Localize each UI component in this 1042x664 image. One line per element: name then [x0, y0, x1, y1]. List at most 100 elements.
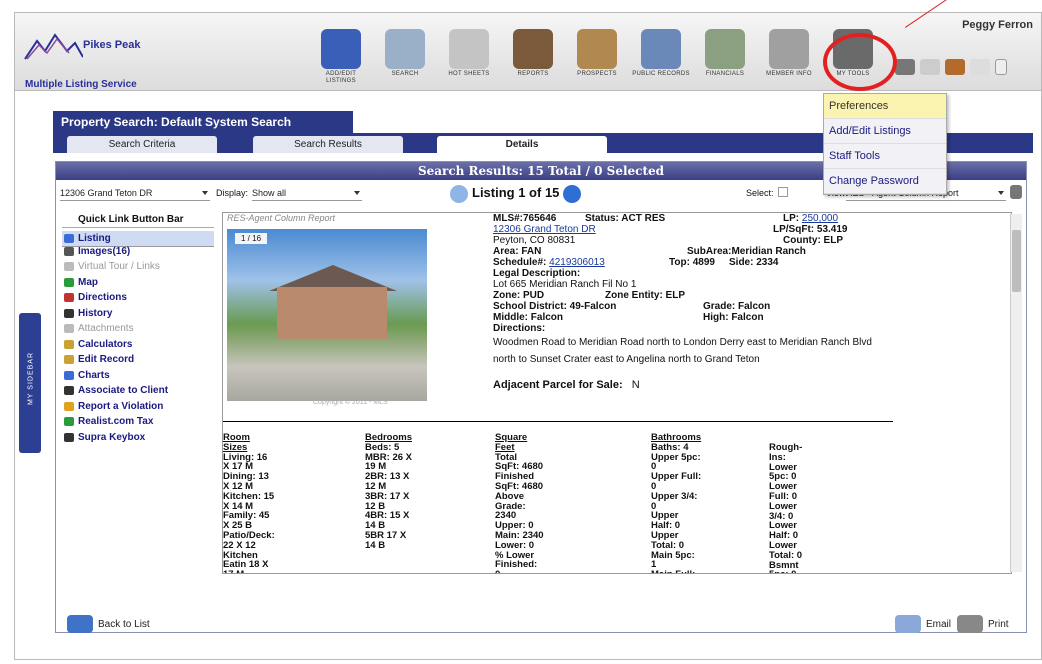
page-title: Property Search: Default System Search [53, 111, 353, 133]
results-panel: Search Results: 15 Total / 0 Selected 12… [55, 161, 1027, 633]
nav-button-member-info[interactable]: MEMBER INFO [759, 29, 819, 89]
nav-button-public-records[interactable]: PUBLIC RECORDS [631, 29, 691, 89]
quick-link-icon [64, 401, 74, 411]
listing-status: Status: ACT RES [585, 213, 666, 224]
scroll-thumb[interactable] [1012, 230, 1021, 292]
tag-icon[interactable] [970, 59, 990, 75]
tab-search-criteria[interactable]: Search Criteria [67, 136, 217, 153]
back-to-list-button[interactable]: Back to List [67, 615, 150, 635]
utility-icons [895, 59, 1042, 81]
grid-cell: Main Full: 1 [651, 570, 701, 573]
grid-cell: Main 5pc: 1 [651, 549, 695, 571]
my-tools-menu: Preferences Add/Edit Listings Staff Tools C… [823, 93, 947, 195]
grid-cell: Finished SqFt: 4680 [495, 471, 544, 492]
report-scrollbar[interactable] [1010, 214, 1022, 572]
details-row: Legal Description: [493, 268, 1011, 279]
select-checkbox[interactable] [778, 187, 788, 197]
tools-icon[interactable] [895, 59, 915, 75]
nav-button-search[interactable]: SEARCH [375, 29, 435, 89]
quick-link-supra-keybox[interactable]: Supra Keybox [62, 430, 214, 446]
quick-link-history[interactable]: History [62, 306, 214, 322]
quick-link-label: Associate to Client [78, 385, 169, 396]
tab-search-results[interactable]: Search Results [253, 136, 403, 153]
address-select[interactable]: 12306 Grand Teton DR [60, 185, 210, 201]
quick-link-edit-record[interactable]: Edit Record [62, 352, 214, 368]
menu-item-change-password[interactable]: Change Password [824, 169, 946, 194]
grid-cell: 4BR: 15 X 14 B [365, 510, 410, 532]
quick-link-realist-com-tax[interactable]: Realist.com Tax [62, 414, 214, 430]
nav-button-add-edit-listings[interactable]: ADD/EDIT LISTINGS [311, 29, 371, 89]
quick-link-icon [64, 234, 74, 243]
grid-col-rooms: Room Sizes Living: 16 X 17 M Dining: 13 X … [223, 433, 275, 573]
quick-link-icon [64, 277, 74, 287]
wrench-icon[interactable] [1010, 185, 1022, 199]
listing-counter: Listing 1 of 15 [472, 185, 560, 200]
quick-link-report-a-violation[interactable]: Report a Violation [62, 399, 214, 415]
back-label: Back to List [98, 619, 150, 630]
details-row: Zone: PUD Zone Entity: ELP [493, 290, 1011, 301]
app-window: Pikes Peak Multiple Listing Service ADD/… [14, 0, 1042, 660]
details-row: MLS#:765646 Status: ACT RES LP: 250,000 [493, 213, 1011, 224]
tab-details[interactable]: Details [437, 136, 607, 153]
lp-label: LP: [783, 213, 800, 224]
schedule-link[interactable]: 4219306013 [549, 257, 605, 268]
grid-cell: Dining: 13 X 12 M [223, 471, 269, 492]
grid-cell: MBR: 26 X 19 M [365, 451, 412, 473]
quick-link-associate-to-client[interactable]: Associate to Client [62, 383, 214, 399]
email-button[interactable]: Email [895, 615, 951, 635]
nav-button-financials[interactable]: FINANCIALS [695, 29, 755, 89]
listing-photo[interactable]: 1 / 16 [227, 229, 427, 401]
details-row: Directions: [493, 323, 1011, 334]
grid-cell: Upper Half: 0 [651, 510, 681, 532]
quick-link-images-16[interactable]: Images(16) [62, 244, 214, 260]
grid-cell: Bsmnt 5pc: 0 [769, 559, 799, 573]
legal-value: Lot 665 Meridian Ranch Fil No 1 [493, 279, 637, 290]
quick-link-virtual-tour-links[interactable]: Virtual Tour / Links [62, 259, 214, 275]
nav-icon [705, 29, 745, 69]
divider [223, 421, 893, 422]
quick-link-charts[interactable]: Charts [62, 368, 214, 384]
directions-label: Directions: [493, 323, 546, 334]
my-sidebar-tab[interactable]: MY SIDEBAR [19, 313, 41, 453]
mls-number: MLS#:765646 [493, 213, 557, 224]
menu-item-staff-tools[interactable]: Staff Tools [824, 144, 946, 169]
grid-cell: 2BR: 13 X 12 M [365, 471, 410, 492]
address-link[interactable]: 12306 Grand Teton DR [493, 224, 596, 235]
mls-logo[interactable]: Pikes Peak Multiple Listing Service [19, 25, 159, 90]
key-icon[interactable] [945, 59, 965, 75]
photo-copyright: Copyright © 2011 - MLS [313, 399, 388, 406]
logo-name: Pikes Peak [83, 39, 141, 51]
chevron-down-icon [202, 191, 208, 195]
nav-button-prospects[interactable]: PROSPECTS [567, 29, 627, 89]
grid-cell: % Lower Finished: 0 [495, 549, 538, 573]
nav-icon [449, 29, 489, 69]
menu-item-preferences[interactable]: Preferences [824, 94, 946, 119]
note-icon[interactable] [920, 59, 940, 75]
menu-item-add-edit-listings[interactable]: Add/Edit Listings [824, 119, 946, 144]
area: Area: FAN [493, 246, 542, 257]
adjacent-value: N [631, 379, 640, 391]
prev-listing-icon[interactable] [450, 184, 468, 203]
minimize-icon[interactable] [995, 59, 1007, 75]
list-price[interactable]: 250,000 [802, 213, 838, 224]
top-toolbar: Pikes Peak Multiple Listing Service ADD/… [15, 13, 1041, 91]
print-button[interactable]: Print [957, 615, 1009, 635]
quick-link-label: Map [78, 276, 98, 288]
county: County: ELP [783, 235, 843, 246]
bottom-bar: Back to List Email Print [55, 609, 1027, 645]
quick-link-icon [64, 355, 74, 364]
sidebar-tab-label: MY SIDEBAR [27, 351, 35, 406]
nav-button-reports[interactable]: REPORTS [503, 29, 563, 89]
display-select[interactable]: Show all [252, 185, 362, 201]
quick-link-calculators[interactable]: Calculators [62, 337, 214, 353]
grid-cell: Lower 5pc: 0 [769, 461, 797, 483]
next-listing-icon[interactable] [563, 184, 582, 203]
nav-label: MEMBER INFO [766, 71, 812, 77]
legal-label: Legal Description: [493, 268, 581, 279]
quick-link-directions[interactable]: Directions [62, 290, 214, 306]
nav-button-hot-sheets[interactable]: HOT SHEETS [439, 29, 499, 89]
email-label: Email [926, 619, 952, 630]
quick-link-map[interactable]: Map [62, 275, 214, 291]
quick-link-attachments[interactable]: Attachments [62, 321, 214, 337]
grid-cell: Living: 16 X 17 M [223, 451, 268, 473]
